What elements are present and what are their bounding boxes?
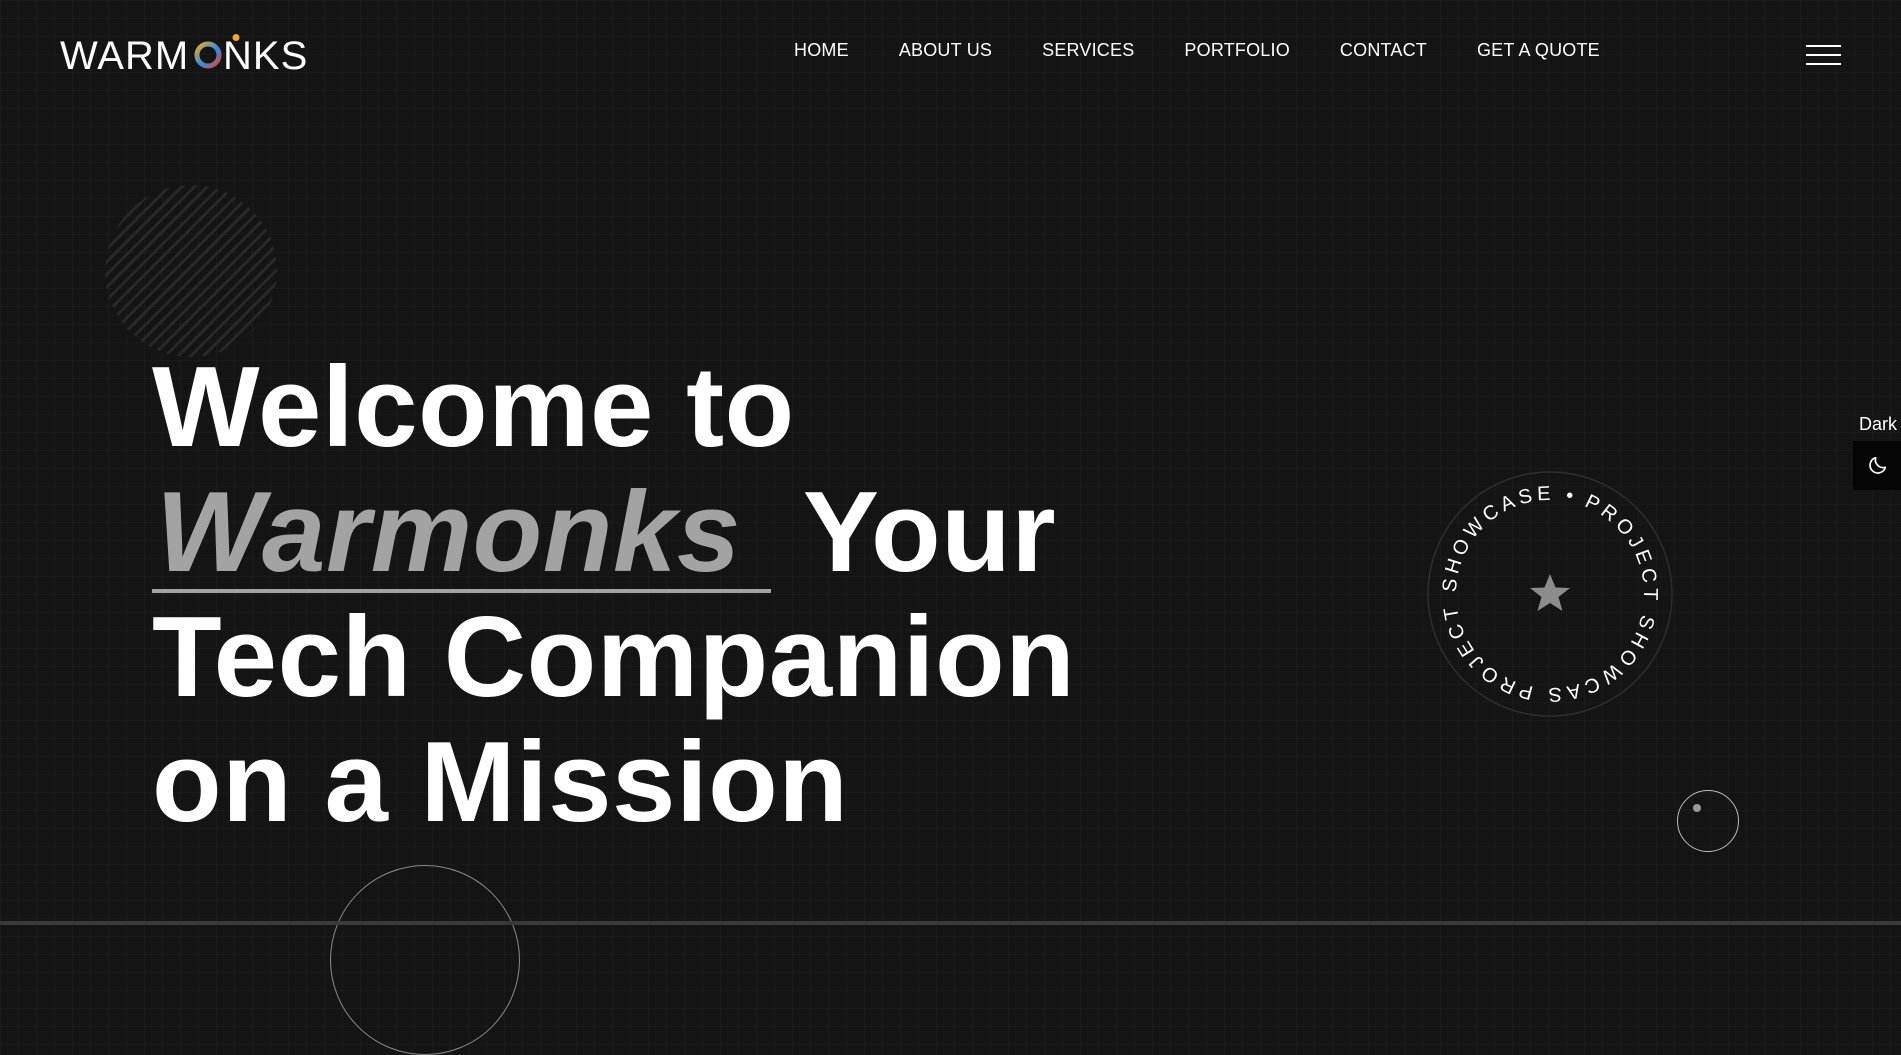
nav-about-us[interactable]: ABOUT US: [899, 40, 992, 61]
nav-services[interactable]: SERVICES: [1042, 40, 1134, 61]
bottom-divider: [0, 921, 1901, 925]
star-icon: [1530, 574, 1570, 611]
nav-get-a-quote[interactable]: GET A QUOTE: [1477, 40, 1600, 61]
scroll-indicator-dot: [1693, 804, 1701, 812]
decorative-striped-circle: [105, 185, 277, 357]
hero-brand-name: Warmonks: [152, 476, 771, 593]
moon-icon: [1869, 456, 1887, 474]
hero-line-2: Warmonks Your: [152, 470, 1075, 595]
nav-home[interactable]: HOME: [794, 40, 849, 61]
hero-heading: Welcome to Warmonks Your Tech Companion …: [152, 345, 1075, 845]
theme-label: Dark: [1859, 414, 1898, 434]
theme-toggle-button[interactable]: [1853, 441, 1901, 490]
hero-line-3: Tech Companion: [152, 594, 1076, 721]
logo[interactable]: WARM NKS: [60, 33, 332, 77]
nav-portfolio[interactable]: PORTFOLIO: [1184, 40, 1290, 61]
scroll-indicator-circle: [1677, 790, 1739, 852]
nav-contact[interactable]: CONTACT: [1340, 40, 1427, 61]
decorative-outline-circle: [330, 865, 520, 1055]
hero-line-1: Welcome to: [152, 344, 795, 471]
svg-text:WARM: WARM: [60, 34, 189, 77]
main-nav: HOME ABOUT US SERVICES PORTFOLIO CONTACT…: [794, 40, 1600, 61]
hamburger-icon[interactable]: [1806, 45, 1841, 67]
project-showcase-badge[interactable]: PROJECT SHOWCAS PROJECT SHOWCASE •: [1406, 450, 1694, 738]
hero-line-2-rest: Your: [802, 469, 1057, 596]
hero-line-4: on a Mission: [152, 719, 849, 846]
